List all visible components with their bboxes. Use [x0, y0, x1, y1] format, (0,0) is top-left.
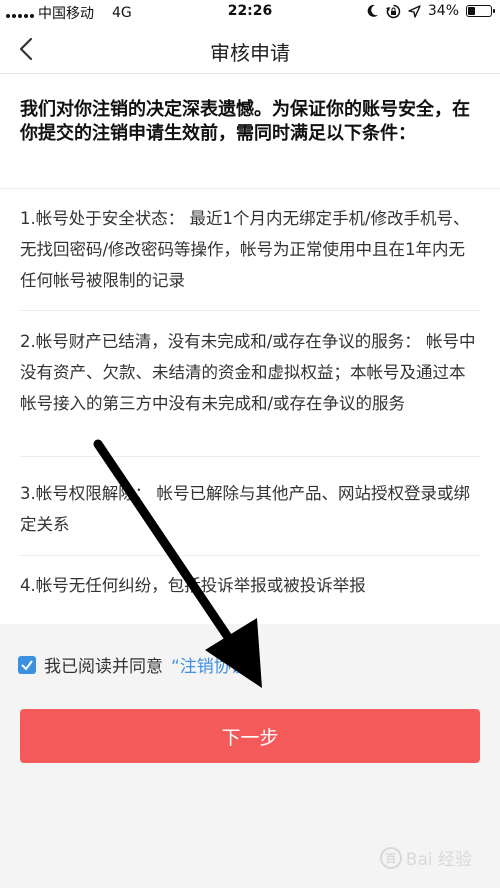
status-bar: 中国移动 4G 22:26 34% — [0, 0, 500, 24]
battery-icon — [466, 5, 495, 17]
condition-divider — [20, 456, 480, 457]
agree-checkbox[interactable] — [18, 655, 36, 674]
condition-divider — [20, 310, 480, 311]
watermark: 百 Bai 经验 — [379, 845, 472, 870]
battery-percent: 34% — [427, 3, 459, 19]
condition-divider — [20, 555, 480, 556]
agreement-link[interactable]: “注销协议” — [171, 652, 257, 677]
watermark-text: Bai 经验 — [405, 850, 472, 870]
condition-item-1: 1.帐号处于安全状态： 最近1个月内无绑定手机/修改手机号、无找回密码/修改密码… — [20, 209, 470, 290]
nav-bar: 审核申请 — [0, 24, 500, 74]
battery-fill — [468, 7, 476, 15]
condition-item-4: 4.帐号无任何纠纷，包括投诉举报或被投诉举报 — [20, 576, 366, 595]
checkmark-icon — [21, 659, 33, 671]
watermark-logo: 百 — [379, 846, 402, 869]
status-right: 34% — [366, 3, 495, 19]
condition-item-2: 2.帐号财产已结清，没有未完成和/或存在争议的服务： 帐号中没有资产、欠款、未结… — [20, 332, 476, 413]
condition-item-3: 3.帐号权限解除： 帐号已解除与其他产品、网站授权登录或绑定关系 — [20, 484, 470, 534]
lock-rotation-icon — [385, 4, 401, 18]
next-step-button[interactable]: 下一步 — [20, 709, 480, 763]
intro-text: 我们对你注销的决定深表遗憾。为保证你的账号安全，在你提交的注销申请生效前，需同时… — [20, 99, 470, 144]
page-title: 审核申请 — [210, 41, 290, 65]
section-divider — [0, 188, 500, 189]
agreement-row: 我已阅读并同意 “注销协议” — [18, 652, 257, 677]
moon-icon — [367, 4, 378, 17]
agreement-text: 我已阅读并同意 — [44, 657, 163, 677]
location-arrow-icon — [408, 4, 421, 18]
